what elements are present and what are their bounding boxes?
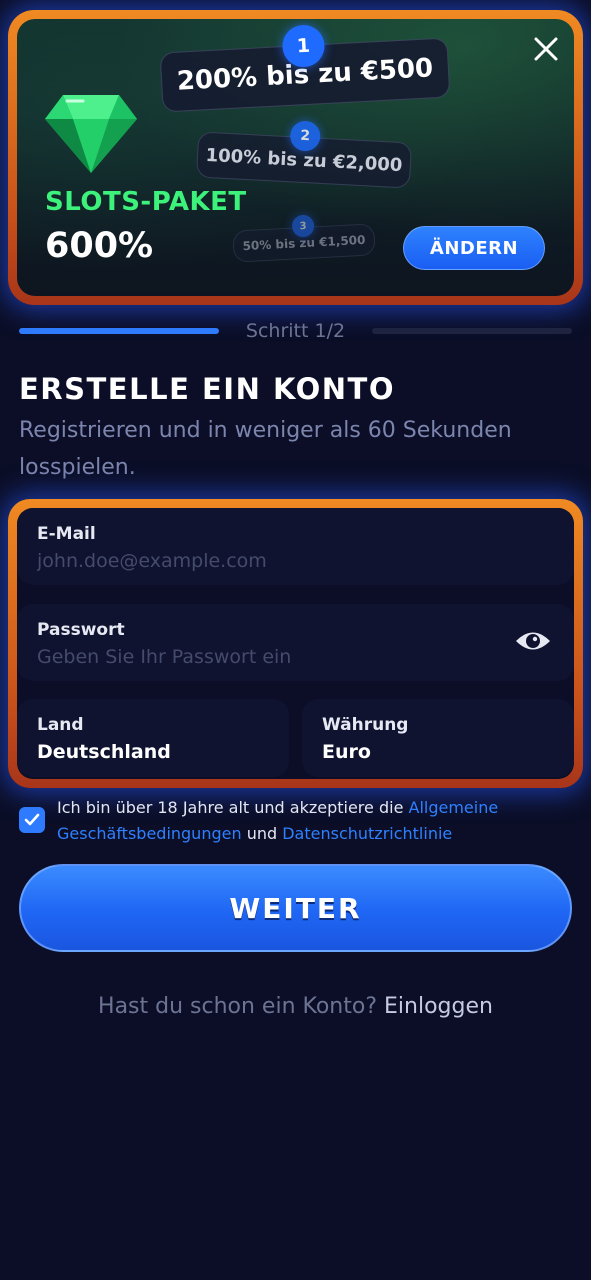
country-value: Deutschland: [37, 741, 171, 763]
country-label: Land: [37, 715, 84, 735]
currency-value: Euro: [322, 741, 371, 763]
password-input[interactable]: [37, 646, 477, 668]
password-label: Passwort: [37, 620, 125, 640]
email-input[interactable]: [37, 550, 554, 572]
change-package-button[interactable]: ÄNDERN: [403, 226, 545, 270]
terms-text-before: Ich bin über 18 Jahre alt und akzeptiere…: [57, 798, 409, 817]
country-select[interactable]: Land Deutschland: [17, 699, 289, 777]
registration-form-frame: E-Mail Passwort Land Deutschland Währung…: [8, 499, 583, 788]
bonus-tier-3: 50% bis zu €1,500 3: [232, 214, 376, 263]
eye-icon: [516, 632, 550, 650]
bonus-promo-card-frame: 200% bis zu €500 1 100% bis zu €2,000 2 …: [8, 10, 583, 305]
terms-text-and: und: [241, 824, 283, 843]
page-title: ERSTELLE EIN KONTO: [19, 372, 395, 406]
emerald-gem-icon: [45, 95, 137, 173]
password-field[interactable]: Passwort: [17, 604, 574, 681]
email-field[interactable]: E-Mail: [17, 508, 574, 585]
step-label: Schritt 1/2: [245, 320, 346, 342]
bonus-promo-card: 200% bis zu €500 1 100% bis zu €2,000 2 …: [17, 19, 574, 296]
close-icon: [534, 37, 558, 61]
email-label: E-Mail: [37, 524, 96, 544]
step-indicator: Schritt 1/2: [19, 318, 572, 346]
login-link[interactable]: Einloggen: [384, 994, 493, 1019]
login-prompt: Hast du schon ein Konto? Einloggen: [0, 994, 591, 1019]
privacy-link[interactable]: Datenschutzrichtlinie: [282, 824, 452, 843]
bonus-tier-2: 100% bis zu €2,000 2: [195, 120, 413, 189]
terms-consent: Ich bin über 18 Jahre alt und akzeptiere…: [19, 795, 579, 847]
show-password-button[interactable]: [514, 626, 552, 656]
terms-text: Ich bin über 18 Jahre alt und akzeptiere…: [57, 795, 579, 847]
bonus-tier-1: 200% bis zu €500 1: [159, 23, 451, 113]
package-label: SLOTS-PAKET: [45, 187, 247, 217]
page-subtitle: Registrieren und in weniger als 60 Sekun…: [19, 418, 512, 480]
currency-select[interactable]: Währung Euro: [302, 699, 574, 777]
package-percent: 600%: [45, 226, 154, 266]
currency-label: Währung: [322, 715, 409, 735]
close-button[interactable]: [530, 33, 562, 65]
checkmark-icon: [24, 813, 40, 826]
continue-button[interactable]: WEITER: [19, 864, 572, 952]
login-prompt-text: Hast du schon ein Konto?: [98, 994, 385, 1019]
registration-form: E-Mail Passwort Land Deutschland Währung…: [17, 508, 574, 779]
terms-checkbox[interactable]: [19, 807, 45, 833]
